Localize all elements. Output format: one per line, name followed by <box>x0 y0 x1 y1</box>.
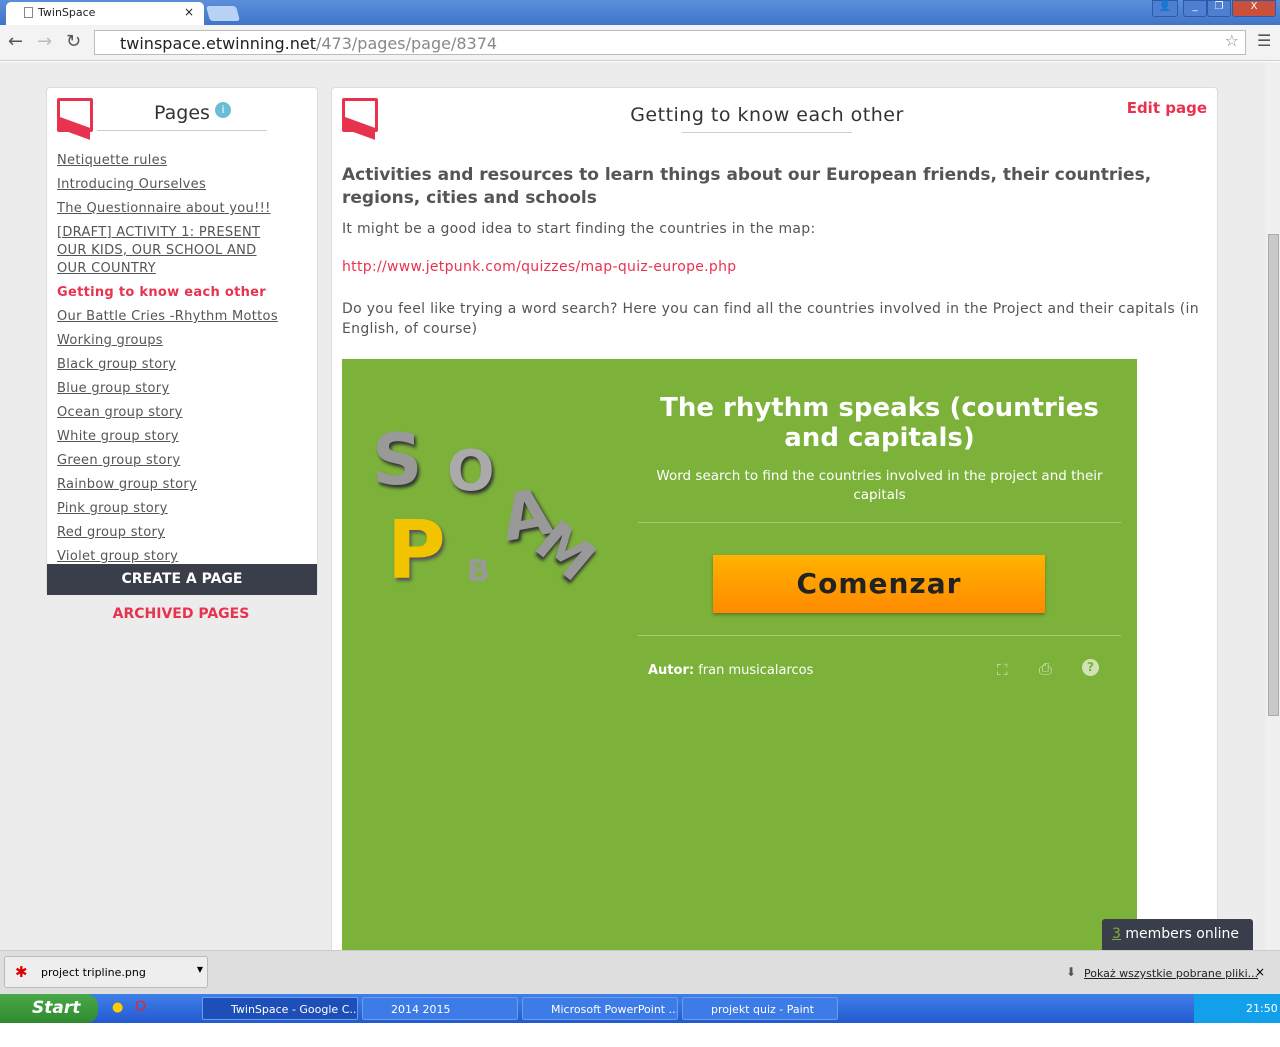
sidebar-page-link[interactable]: [DRAFT] ACTIVITY 1: PRESENT OUR KIDS, OU… <box>57 224 287 278</box>
minimize-button[interactable]: _ <box>1183 0 1207 17</box>
reload-icon[interactable]: ↻ <box>66 31 81 52</box>
download-bar: ✱ project tripline.png ▼ ⬇ Pokaż wszystkie… <box>0 950 1280 994</box>
sidebar-page-link[interactable]: The Questionnaire about you!!! <box>57 200 287 218</box>
quiz-subtitle: Word search to find the countries involv… <box>656 468 1103 503</box>
intro-text: It might be a good idea to start finding… <box>342 221 816 237</box>
sidebar-page-link[interactable]: Blue group story <box>57 380 287 398</box>
create-page-button[interactable]: CREATE A PAGE <box>47 564 317 595</box>
author-name: fran musicalarcos <box>698 663 814 678</box>
sidebar-page-link[interactable]: Introducing Ourselves <box>57 176 287 194</box>
embedded-quiz: S O P A M B The rhythm speaks (countries… <box>342 359 1137 950</box>
taskbar-task[interactable]: Microsoft PowerPoint ... <box>522 997 678 1020</box>
file-icon: ✱ <box>15 963 28 981</box>
taskbar-task[interactable]: projekt quiz - Paint <box>682 997 838 1020</box>
online-count: 3 <box>1112 926 1121 942</box>
close-download-bar-icon[interactable]: × <box>1255 965 1265 979</box>
start-quiz-button[interactable]: Comenzar <box>713 555 1045 613</box>
download-item[interactable]: ✱ project tripline.png ▼ <box>4 956 208 988</box>
sidebar-page-link[interactable]: Our Battle Cries -Rhythm Mottos <box>57 308 287 326</box>
page-icon <box>24 7 33 18</box>
sidebar-page-link[interactable]: Ocean group story <box>57 404 287 422</box>
sidebar-page-link[interactable]: Rainbow group story <box>57 476 287 494</box>
tab-title: TwinSpace <box>38 6 96 19</box>
pages-sidebar: Pages i Netiquette rules Introducing Ourse… <box>46 87 318 595</box>
system-tray: 21:50 <box>1194 994 1280 1023</box>
opera-icon[interactable]: O <box>135 999 146 1015</box>
close-window-button[interactable]: X <box>1232 0 1276 17</box>
sidebar-title-text: Pages <box>154 102 210 124</box>
divider <box>638 635 1121 636</box>
dropdown-icon[interactable]: ▼ <box>197 965 203 974</box>
taskbar-task[interactable]: 2014 2015 <box>362 997 518 1020</box>
author-label: Autor: <box>648 663 695 678</box>
fullscreen-icon[interactable]: ⛶ <box>997 661 1008 679</box>
url-path: /473/pages/page/8374 <box>315 34 498 53</box>
sidebar-page-link[interactable]: Pink group story <box>57 500 287 518</box>
pages-list: Netiquette rules Introducing Ourselves The… <box>57 152 287 572</box>
start-label: Start <box>32 998 81 1018</box>
wordsearch-text: Do you feel like trying a word search? H… <box>342 301 1199 337</box>
close-tab-icon[interactable]: × <box>184 5 194 19</box>
taskbar-task[interactable]: TwinSpace - Google C... <box>202 997 358 1020</box>
new-tab-button[interactable] <box>205 6 241 21</box>
address-bar[interactable]: twinspace.etwinning.net/473/pages/page/8… <box>94 30 1246 55</box>
info-icon[interactable]: i <box>215 102 231 118</box>
quiz-author: Autor: fran musicalarcos <box>648 663 813 678</box>
sidebar-title: Pages i <box>97 102 267 131</box>
download-filename: project tripline.png <box>41 966 146 979</box>
map-quiz-link[interactable]: http://www.jetpunk.com/quizzes/map-quiz-… <box>342 259 736 275</box>
quiz-logo: S O P A M B <box>372 419 608 597</box>
start-button[interactable]: Start <box>0 994 98 1023</box>
back-icon[interactable]: ← <box>8 31 23 52</box>
sidebar-page-link[interactable]: White group story <box>57 428 287 446</box>
twinspace-logo-icon <box>57 98 93 132</box>
archived-pages-link[interactable]: ARCHIVED PAGES <box>46 606 316 622</box>
main-panel: Getting to know each other Edit page Act… <box>331 87 1218 950</box>
sidebar-page-link[interactable]: Black group story <box>57 356 287 374</box>
page-heading: Activities and resources to learn things… <box>342 165 1152 208</box>
restore-button[interactable]: ❐ <box>1207 0 1231 17</box>
url-host: twinspace.etwinning.net <box>120 34 316 53</box>
title-bar: TwinSpace × 👤 _ ❐ X <box>0 0 1280 25</box>
scrollbar[interactable] <box>1266 62 1280 950</box>
help-icon[interactable]: ? <box>1082 659 1099 676</box>
scrollbar-thumb[interactable] <box>1268 234 1279 716</box>
page-content: Pages i Netiquette rules Introducing Ourse… <box>0 62 1266 950</box>
forward-icon[interactable]: → <box>37 31 52 52</box>
edit-page-link[interactable]: Edit page <box>1127 99 1207 117</box>
twinspace-logo-icon <box>342 98 378 132</box>
page-title-text: Getting to know each other <box>630 104 904 126</box>
show-all-downloads-link[interactable]: Pokaż wszystkie pobrane pliki... <box>1084 967 1258 980</box>
star-icon[interactable]: ☆ <box>1225 31 1239 50</box>
sidebar-page-link[interactable]: Working groups <box>57 332 287 350</box>
sidebar-page-link[interactable]: Green group story <box>57 452 287 470</box>
divider <box>638 522 1121 523</box>
sidebar-page-link[interactable]: Red group story <box>57 524 287 542</box>
chrome-icon[interactable]: ● <box>112 1000 123 1015</box>
menu-icon[interactable]: ☰ <box>1257 31 1271 50</box>
clock: 21:50 <box>1246 1002 1278 1015</box>
online-label: members online <box>1125 926 1239 942</box>
browser-tab[interactable]: TwinSpace × <box>6 2 204 25</box>
browser-toolbar: ← → ↻ twinspace.etwinning.net/473/pages/… <box>0 25 1280 61</box>
page-title: Getting to know each other <box>630 104 903 133</box>
taskbar: Start ● O TwinSpace - Google C... 2014 20… <box>0 994 1280 1023</box>
members-online-badge[interactable]: 3 members online <box>1102 919 1253 950</box>
sidebar-page-link[interactable]: Getting to know each other <box>57 284 287 302</box>
quiz-title: The rhythm speaks (countries and capital… <box>660 393 1099 453</box>
sidebar-page-link[interactable]: Netiquette rules <box>57 152 287 170</box>
user-icon[interactable]: 👤 <box>1152 0 1178 17</box>
download-icon: ⬇ <box>1066 965 1077 979</box>
print-icon[interactable]: ⎙ <box>1039 659 1052 679</box>
